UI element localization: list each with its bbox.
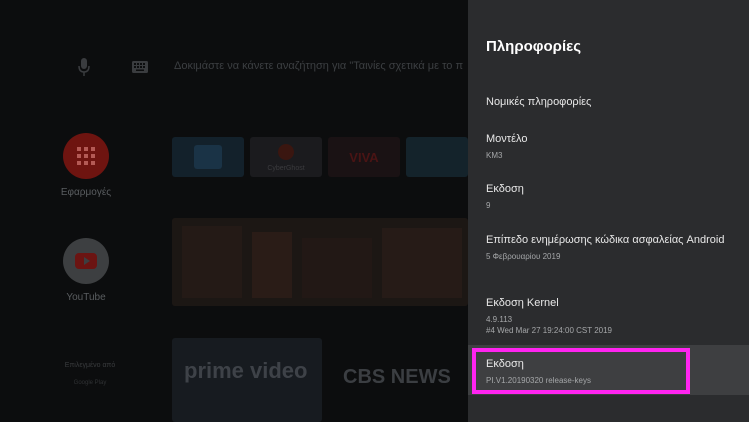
- youtube-label: YouTube: [66, 292, 106, 303]
- cyberghost-text: CyberGhost: [267, 165, 304, 172]
- item-title: Επίπεδο ενημέρωσης κώδικα ασφαλείας Andr…: [486, 234, 725, 246]
- item-title: Εκδοση: [486, 183, 524, 195]
- item-value-2: #4 Wed Mar 27 19:24:00 CST 2019: [486, 326, 613, 335]
- channel-tile-4[interactable]: [406, 137, 468, 177]
- legal-info-item[interactable]: Νομικές πληροφορίες: [468, 95, 749, 109]
- item-title: Εκδοση: [486, 358, 524, 370]
- search-hint[interactable]: Δοκιμάστε να κάνετε αναζήτηση για "Ταινί…: [174, 60, 463, 72]
- item-value: KM3: [486, 151, 503, 160]
- viva-tile[interactable]: VIVA: [328, 137, 400, 177]
- youtube-icon: [63, 238, 109, 284]
- promo-sub: Google Play: [73, 380, 107, 386]
- youtube-launcher[interactable]: YouTube: [50, 238, 122, 303]
- cyberghost-tile[interactable]: CyberGhost: [250, 137, 322, 177]
- model-item[interactable]: Μοντέλο KM3: [468, 132, 749, 161]
- kernel-version-item[interactable]: Εκδοση Kernel 4.9.113 #4 Wed Mar 27 19:2…: [468, 296, 749, 336]
- promo-label: Επιλεγμένο από: [64, 362, 116, 369]
- item-title: Μοντέλο: [486, 133, 528, 145]
- apps-grid-icon: [63, 133, 109, 179]
- item-value: 9: [486, 201, 491, 210]
- apps-launcher[interactable]: Εφαρμογές: [50, 133, 122, 198]
- version-item[interactable]: Εκδοση 9: [468, 182, 749, 211]
- item-title: Νομικές πληροφορίες: [486, 96, 592, 108]
- apps-label: Εφαρμογές: [60, 187, 112, 198]
- prime-video-tile[interactable]: prime video: [172, 338, 322, 422]
- prime-video-text: prime video: [184, 358, 308, 383]
- mic-icon[interactable]: [78, 58, 90, 76]
- item-value: 4.9.113: [486, 315, 513, 324]
- build-number-item[interactable]: Εκδοση PI.V1.20190320 release-keys: [468, 345, 749, 395]
- item-value: PI.V1.20190320 release-keys: [486, 376, 591, 385]
- featured-video-tile[interactable]: [172, 218, 468, 306]
- item-title: Εκδοση Kernel: [486, 297, 559, 309]
- cbs-news-text[interactable]: CBS NEWS: [343, 366, 451, 389]
- settings-info-panel: Πληροφορίες Νομικές πληροφορίες Μοντέλο …: [468, 0, 749, 422]
- viva-text: VIVA: [349, 150, 379, 165]
- panel-title: Πληροφορίες: [486, 38, 582, 55]
- keyboard-icon[interactable]: [132, 61, 148, 73]
- security-patch-item[interactable]: Επίπεδο ενημέρωσης κώδικα ασφαλείας Andr…: [468, 233, 749, 262]
- channel-tile-1[interactable]: [172, 137, 244, 177]
- item-value: 5 Φεβρουαρίου 2019: [486, 252, 561, 261]
